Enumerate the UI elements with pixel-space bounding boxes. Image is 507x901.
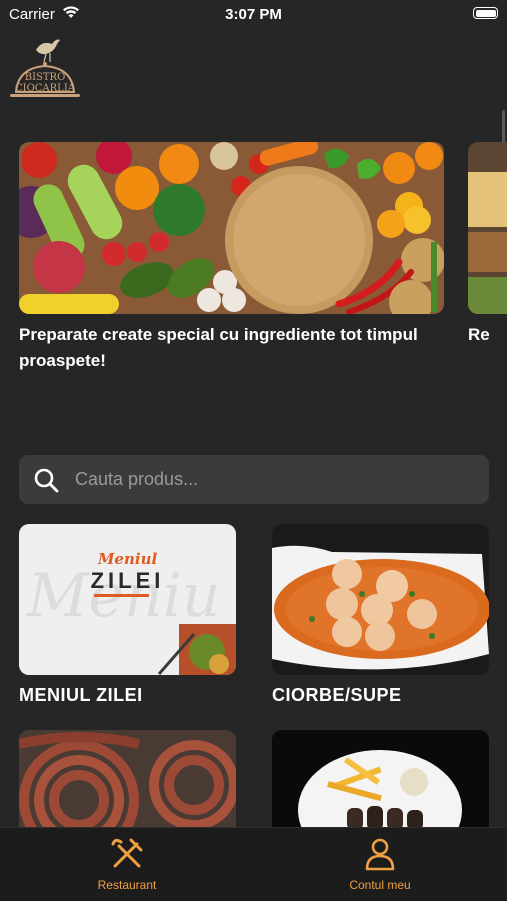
tab-restaurant[interactable]: Restaurant: [27, 828, 227, 901]
logo-line-2: CIOCARLIA: [14, 83, 75, 94]
tab-contul-meu[interactable]: Contul meu: [280, 828, 480, 901]
search-bar[interactable]: [19, 455, 489, 504]
category-label-meniul-zilei[interactable]: MENIUL ZILEI: [19, 685, 143, 706]
battery-icon: [473, 7, 498, 19]
plate-image: [272, 730, 489, 830]
menu-script-text: Meniul: [97, 550, 158, 568]
clock: 3:07 PM: [225, 6, 282, 23]
sausages-image: [19, 730, 236, 830]
promo-banner-vegetables[interactable]: [19, 142, 444, 314]
food-photo-partial: [468, 142, 507, 314]
logo-line-1: BISTRO: [24, 72, 66, 83]
category-label-ciorbe-supe[interactable]: CIORBE/SUPE: [272, 685, 402, 706]
menu-zilei-text: ZILEI: [90, 568, 165, 593]
fork-knife-icon: [111, 838, 143, 868]
tab-bar: Restaurant Contul meu: [0, 827, 507, 901]
bistro-logo: BISTRO CIOCARLIA: [6, 32, 84, 110]
banner-title-next: Re: [468, 325, 490, 344]
bird-cloche-icon: [10, 39, 80, 97]
user-icon: [365, 838, 395, 871]
tab-label-contul-meu: Contul meu: [349, 878, 411, 892]
category-card-ciorbe-supe[interactable]: [272, 524, 489, 675]
status-bar: Carrier 3:07 PM: [0, 0, 507, 30]
soup-image: [272, 524, 489, 675]
tab-label-restaurant: Restaurant: [97, 878, 157, 892]
category-card-meniul-zilei[interactable]: Meniu Meniul ZILEI: [19, 524, 236, 675]
category-card-main-dishes[interactable]: [272, 730, 489, 830]
promo-banner-next[interactable]: [468, 142, 507, 314]
vegetables-photo: [19, 142, 444, 314]
menu-of-the-day-image: Meniu: [19, 524, 236, 675]
banner-title: Preparate create special cu ingrediente …: [19, 325, 418, 370]
category-card-grill[interactable]: [19, 730, 236, 830]
search-icon: [34, 468, 59, 493]
search-input[interactable]: [75, 455, 475, 504]
